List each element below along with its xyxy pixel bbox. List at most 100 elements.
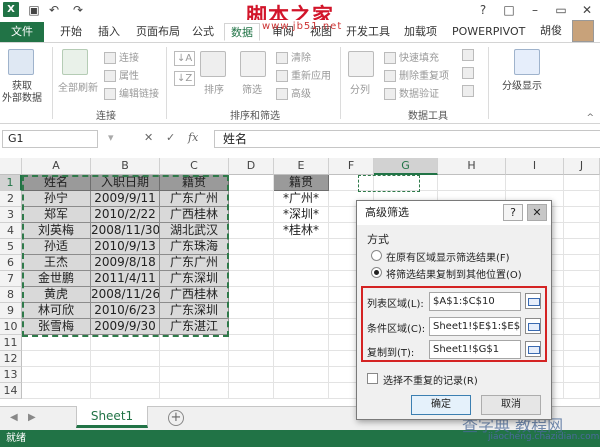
cell[interactable]	[274, 303, 329, 319]
prev-sheet-icon[interactable]: ◀	[10, 412, 18, 423]
column-header-g[interactable]: G	[374, 158, 438, 175]
table-header-cell[interactable]: 入职日期	[91, 175, 160, 191]
cell[interactable]	[564, 191, 600, 207]
clear-button[interactable]: 清除	[276, 49, 311, 64]
list-range-collapse-icon[interactable]	[525, 293, 541, 309]
outline-label[interactable]: 分级显示	[502, 77, 542, 92]
redo-icon[interactable]: ↷	[70, 2, 86, 18]
cell[interactable]	[160, 335, 229, 351]
row-header-2[interactable]: 2	[0, 191, 22, 207]
cell[interactable]	[229, 383, 274, 399]
close-button[interactable]: ✕	[574, 1, 600, 19]
text-to-columns-icon[interactable]	[348, 51, 374, 77]
row-header-13[interactable]: 13	[0, 367, 22, 383]
cell[interactable]	[229, 319, 274, 335]
cell[interactable]	[91, 351, 160, 367]
cell[interactable]	[91, 335, 160, 351]
cell[interactable]	[91, 383, 160, 399]
undo-icon[interactable]: ↶	[46, 2, 62, 18]
cell[interactable]	[229, 271, 274, 287]
cell[interactable]	[564, 335, 600, 351]
cell[interactable]	[160, 367, 229, 383]
cell[interactable]	[564, 271, 600, 287]
name-box[interactable]: G1	[2, 130, 98, 148]
dialog-help-button[interactable]: ?	[503, 204, 523, 221]
cell[interactable]	[274, 351, 329, 367]
table-cell[interactable]: 2008/11/30	[91, 223, 160, 239]
user-name[interactable]: 胡俊	[534, 22, 568, 40]
cell[interactable]	[229, 175, 274, 191]
radio-in-place[interactable]	[371, 250, 382, 261]
table-cell[interactable]: 林可欣	[22, 303, 91, 319]
cell[interactable]	[22, 383, 91, 399]
row-header-9[interactable]: 9	[0, 303, 22, 319]
table-cell[interactable]: 广东深圳	[160, 271, 229, 287]
cell[interactable]	[274, 287, 329, 303]
advanced-button[interactable]: 高级	[276, 85, 311, 100]
remove-duplicates-button[interactable]: 删除重复项	[384, 67, 449, 82]
criteria-range-input[interactable]: Sheet1!$E$1:$E$4	[429, 317, 521, 336]
table-cell[interactable]: 孙宁	[22, 191, 91, 207]
cell[interactable]	[564, 239, 600, 255]
sort-desc-button[interactable]: ↓Z	[174, 71, 196, 86]
row-header-10[interactable]: 10	[0, 319, 22, 335]
cell[interactable]	[564, 367, 600, 383]
table-cell[interactable]: 广西桂林	[160, 207, 229, 223]
data-validation-button[interactable]: 数据验证	[384, 85, 439, 100]
column-header-e[interactable]: E	[274, 158, 329, 175]
table-cell[interactable]: 2010/9/13	[91, 239, 160, 255]
criteria-cell[interactable]: *深圳*	[274, 207, 329, 223]
radio-copy-to-label[interactable]: 将筛选结果复制到其他位置(O)	[386, 266, 522, 281]
split-label[interactable]: 分列	[350, 81, 370, 96]
cancel-button[interactable]: 取消	[481, 395, 541, 415]
cell[interactable]	[229, 367, 274, 383]
table-cell[interactable]: 2009/9/11	[91, 191, 160, 207]
edit-links-button[interactable]: 编辑链接	[104, 85, 159, 100]
tab-add-ins[interactable]: 加载项	[398, 23, 443, 41]
list-range-input[interactable]: $A$1:$C$10	[429, 292, 521, 311]
tab-formulas[interactable]: 公式	[186, 23, 220, 41]
cell[interactable]	[274, 255, 329, 271]
row-header-3[interactable]: 3	[0, 207, 22, 223]
cell[interactable]	[564, 207, 600, 223]
tab-insert[interactable]: 插入	[92, 23, 126, 41]
table-cell[interactable]: 湖北武汉	[160, 223, 229, 239]
radio-copy-to[interactable]	[371, 267, 382, 278]
criteria-cell[interactable]: *桂林*	[274, 223, 329, 239]
relationships-icon[interactable]	[462, 85, 477, 97]
row-header-14[interactable]: 14	[0, 383, 22, 399]
table-cell[interactable]: 2010/6/23	[91, 303, 160, 319]
column-header-b[interactable]: B	[91, 158, 160, 175]
cell[interactable]	[160, 351, 229, 367]
collapse-ribbon-icon[interactable]: ^	[586, 113, 594, 123]
tab-developer[interactable]: 开发工具	[340, 23, 396, 41]
column-header-j[interactable]: J	[564, 158, 600, 175]
cell[interactable]	[564, 175, 600, 191]
database-icon[interactable]	[8, 49, 34, 75]
criteria-header-cell[interactable]: 籍贯	[274, 175, 329, 191]
sort-label[interactable]: 排序	[204, 81, 224, 96]
cell[interactable]	[22, 335, 91, 351]
cell[interactable]	[229, 239, 274, 255]
column-header-i[interactable]: I	[506, 158, 564, 175]
what-if-icon[interactable]	[462, 67, 477, 79]
refresh-all-label[interactable]: 全部刷新	[58, 79, 98, 94]
table-cell[interactable]: 2009/8/18	[91, 255, 160, 271]
row-header-4[interactable]: 4	[0, 223, 22, 239]
cell[interactable]	[229, 223, 274, 239]
cell[interactable]	[564, 255, 600, 271]
tab-data[interactable]: 数据	[224, 23, 260, 41]
table-cell[interactable]: 张雪梅	[22, 319, 91, 335]
cancel-formula-icon[interactable]: ✕	[144, 131, 153, 144]
reapply-button[interactable]: 重新应用	[276, 67, 331, 82]
column-header-c[interactable]: C	[160, 158, 229, 175]
row-header-6[interactable]: 6	[0, 255, 22, 271]
cell[interactable]	[229, 207, 274, 223]
column-header-f[interactable]: F	[329, 158, 374, 175]
ok-button[interactable]: 确定	[411, 395, 471, 415]
row-header-5[interactable]: 5	[0, 239, 22, 255]
column-header-h[interactable]: H	[438, 158, 506, 175]
outline-icon[interactable]	[514, 49, 540, 75]
table-cell[interactable]: 广东深圳	[160, 303, 229, 319]
cell[interactable]	[229, 335, 274, 351]
